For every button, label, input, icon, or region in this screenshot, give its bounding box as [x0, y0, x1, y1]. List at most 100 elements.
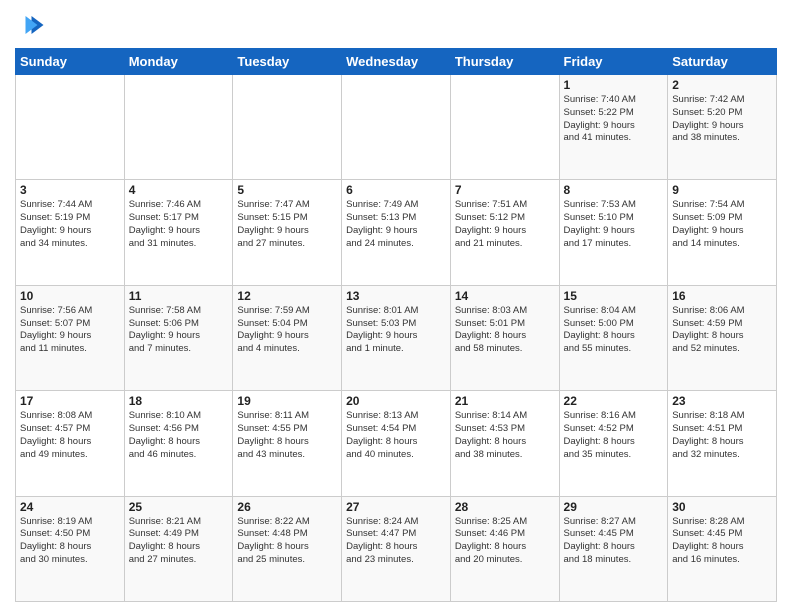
- calendar-cell: 4 Sunrise: 7:46 AM Sunset: 5:17 PM Daylig…: [124, 180, 233, 285]
- cell-info: Sunrise: 8:27 AM Sunset: 4:45 PM Dayligh…: [564, 516, 664, 567]
- calendar-table: SundayMondayTuesdayWednesdayThursdayFrid…: [15, 48, 777, 602]
- cell-info: Sunrise: 8:03 AM Sunset: 5:01 PM Dayligh…: [455, 305, 555, 356]
- calendar-cell: 24 Sunrise: 8:19 AM Sunset: 4:50 PM Dayli…: [16, 496, 125, 601]
- calendar-cell: 1 Sunrise: 7:40 AM Sunset: 5:22 PM Daylig…: [559, 75, 668, 180]
- cell-info: Sunrise: 8:18 AM Sunset: 4:51 PM Dayligh…: [672, 410, 772, 461]
- cell-info: Sunrise: 7:47 AM Sunset: 5:15 PM Dayligh…: [237, 199, 337, 250]
- cell-day-number: 15: [564, 289, 664, 303]
- cell-info: Sunrise: 7:42 AM Sunset: 5:20 PM Dayligh…: [672, 94, 772, 145]
- cell-info: Sunrise: 7:54 AM Sunset: 5:09 PM Dayligh…: [672, 199, 772, 250]
- calendar-cell: 9 Sunrise: 7:54 AM Sunset: 5:09 PM Daylig…: [668, 180, 777, 285]
- cell-day-number: 19: [237, 394, 337, 408]
- calendar-cell: 2 Sunrise: 7:42 AM Sunset: 5:20 PM Daylig…: [668, 75, 777, 180]
- calendar-cell: 29Sunrise: 8:27 AM Sunset: 4:45 PM Dayli…: [559, 496, 668, 601]
- calendar-cell: 5 Sunrise: 7:47 AM Sunset: 5:15 PM Daylig…: [233, 180, 342, 285]
- calendar-cell: [124, 75, 233, 180]
- header: [15, 10, 777, 40]
- cell-day-number: 11: [129, 289, 229, 303]
- cell-day-number: 9: [672, 183, 772, 197]
- cell-info: Sunrise: 7:53 AM Sunset: 5:10 PM Dayligh…: [564, 199, 664, 250]
- calendar-cell: 7 Sunrise: 7:51 AM Sunset: 5:12 PM Daylig…: [450, 180, 559, 285]
- cell-day-number: 6: [346, 183, 446, 197]
- calendar-header-monday: Monday: [124, 49, 233, 75]
- cell-day-number: 26: [237, 500, 337, 514]
- cell-info: Sunrise: 7:49 AM Sunset: 5:13 PM Dayligh…: [346, 199, 446, 250]
- cell-info: Sunrise: 7:40 AM Sunset: 5:22 PM Dayligh…: [564, 94, 664, 145]
- cell-day-number: 4: [129, 183, 229, 197]
- calendar-cell: 17 Sunrise: 8:08 AM Sunset: 4:57 PM Dayli…: [16, 391, 125, 496]
- cell-info: Sunrise: 8:04 AM Sunset: 5:00 PM Dayligh…: [564, 305, 664, 356]
- calendar-cell: 27Sunrise: 8:24 AM Sunset: 4:47 PM Dayli…: [342, 496, 451, 601]
- cell-day-number: 16: [672, 289, 772, 303]
- calendar-cell: 28Sunrise: 8:25 AM Sunset: 4:46 PM Dayli…: [450, 496, 559, 601]
- cell-info: Sunrise: 8:13 AM Sunset: 4:54 PM Dayligh…: [346, 410, 446, 461]
- cell-day-number: 24: [20, 500, 120, 514]
- cell-info: Sunrise: 7:51 AM Sunset: 5:12 PM Dayligh…: [455, 199, 555, 250]
- calendar-cell: 13Sunrise: 8:01 AM Sunset: 5:03 PM Dayli…: [342, 285, 451, 390]
- cell-day-number: 5: [237, 183, 337, 197]
- logo-icon: [15, 10, 45, 40]
- calendar-header-friday: Friday: [559, 49, 668, 75]
- cell-day-number: 21: [455, 394, 555, 408]
- calendar-cell: 3 Sunrise: 7:44 AM Sunset: 5:19 PM Daylig…: [16, 180, 125, 285]
- cell-info: Sunrise: 7:46 AM Sunset: 5:17 PM Dayligh…: [129, 199, 229, 250]
- calendar-cell: 6 Sunrise: 7:49 AM Sunset: 5:13 PM Daylig…: [342, 180, 451, 285]
- calendar-cell: 14 Sunrise: 8:03 AM Sunset: 5:01 PM Dayli…: [450, 285, 559, 390]
- calendar-cell: 23 Sunrise: 8:18 AM Sunset: 4:51 PM Dayli…: [668, 391, 777, 496]
- calendar-cell: 19 Sunrise: 8:11 AM Sunset: 4:55 PM Dayli…: [233, 391, 342, 496]
- cell-info: Sunrise: 8:16 AM Sunset: 4:52 PM Dayligh…: [564, 410, 664, 461]
- cell-info: Sunrise: 7:44 AM Sunset: 5:19 PM Dayligh…: [20, 199, 120, 250]
- calendar-week-1: 1 Sunrise: 7:40 AM Sunset: 5:22 PM Daylig…: [16, 75, 777, 180]
- calendar-cell: 15 Sunrise: 8:04 AM Sunset: 5:00 PM Dayli…: [559, 285, 668, 390]
- calendar-cell: 25 Sunrise: 8:21 AM Sunset: 4:49 PM Dayli…: [124, 496, 233, 601]
- calendar-week-4: 17 Sunrise: 8:08 AM Sunset: 4:57 PM Dayli…: [16, 391, 777, 496]
- cell-info: Sunrise: 8:28 AM Sunset: 4:45 PM Dayligh…: [672, 516, 772, 567]
- calendar-week-5: 24 Sunrise: 8:19 AM Sunset: 4:50 PM Dayli…: [16, 496, 777, 601]
- calendar-cell: [342, 75, 451, 180]
- cell-info: Sunrise: 8:21 AM Sunset: 4:49 PM Dayligh…: [129, 516, 229, 567]
- cell-day-number: 1: [564, 78, 664, 92]
- calendar-cell: 10Sunrise: 7:56 AM Sunset: 5:07 PM Dayli…: [16, 285, 125, 390]
- cell-info: Sunrise: 8:06 AM Sunset: 4:59 PM Dayligh…: [672, 305, 772, 356]
- calendar-cell: 21 Sunrise: 8:14 AM Sunset: 4:53 PM Dayli…: [450, 391, 559, 496]
- calendar-header-saturday: Saturday: [668, 49, 777, 75]
- calendar-cell: 30 Sunrise: 8:28 AM Sunset: 4:45 PM Dayli…: [668, 496, 777, 601]
- calendar-cell: 12 Sunrise: 7:59 AM Sunset: 5:04 PM Dayli…: [233, 285, 342, 390]
- page: SundayMondayTuesdayWednesdayThursdayFrid…: [0, 0, 792, 612]
- cell-day-number: 23: [672, 394, 772, 408]
- calendar-week-3: 10Sunrise: 7:56 AM Sunset: 5:07 PM Dayli…: [16, 285, 777, 390]
- calendar-cell: 16 Sunrise: 8:06 AM Sunset: 4:59 PM Dayli…: [668, 285, 777, 390]
- calendar-header-sunday: Sunday: [16, 49, 125, 75]
- calendar-header-wednesday: Wednesday: [342, 49, 451, 75]
- cell-day-number: 8: [564, 183, 664, 197]
- calendar-cell: [233, 75, 342, 180]
- cell-info: Sunrise: 8:14 AM Sunset: 4:53 PM Dayligh…: [455, 410, 555, 461]
- cell-day-number: 14: [455, 289, 555, 303]
- cell-day-number: 28: [455, 500, 555, 514]
- cell-info: Sunrise: 8:11 AM Sunset: 4:55 PM Dayligh…: [237, 410, 337, 461]
- cell-day-number: 2: [672, 78, 772, 92]
- cell-day-number: 17: [20, 394, 120, 408]
- cell-day-number: 25: [129, 500, 229, 514]
- cell-day-number: 18: [129, 394, 229, 408]
- cell-info: Sunrise: 8:19 AM Sunset: 4:50 PM Dayligh…: [20, 516, 120, 567]
- calendar-cell: 11 Sunrise: 7:58 AM Sunset: 5:06 PM Dayli…: [124, 285, 233, 390]
- calendar-week-2: 3 Sunrise: 7:44 AM Sunset: 5:19 PM Daylig…: [16, 180, 777, 285]
- cell-day-number: 12: [237, 289, 337, 303]
- cell-info: Sunrise: 7:59 AM Sunset: 5:04 PM Dayligh…: [237, 305, 337, 356]
- cell-day-number: 3: [20, 183, 120, 197]
- cell-info: Sunrise: 8:22 AM Sunset: 4:48 PM Dayligh…: [237, 516, 337, 567]
- cell-day-number: 20: [346, 394, 446, 408]
- cell-day-number: 30: [672, 500, 772, 514]
- cell-info: Sunrise: 8:10 AM Sunset: 4:56 PM Dayligh…: [129, 410, 229, 461]
- cell-info: Sunrise: 8:08 AM Sunset: 4:57 PM Dayligh…: [20, 410, 120, 461]
- calendar-cell: 18 Sunrise: 8:10 AM Sunset: 4:56 PM Dayli…: [124, 391, 233, 496]
- cell-info: Sunrise: 7:58 AM Sunset: 5:06 PM Dayligh…: [129, 305, 229, 356]
- cell-info: Sunrise: 8:24 AM Sunset: 4:47 PM Dayligh…: [346, 516, 446, 567]
- logo: [15, 10, 49, 40]
- calendar-cell: 20 Sunrise: 8:13 AM Sunset: 4:54 PM Dayli…: [342, 391, 451, 496]
- cell-day-number: 22: [564, 394, 664, 408]
- calendar-cell: 22 Sunrise: 8:16 AM Sunset: 4:52 PM Dayli…: [559, 391, 668, 496]
- calendar-header-row: SundayMondayTuesdayWednesdayThursdayFrid…: [16, 49, 777, 75]
- cell-day-number: 7: [455, 183, 555, 197]
